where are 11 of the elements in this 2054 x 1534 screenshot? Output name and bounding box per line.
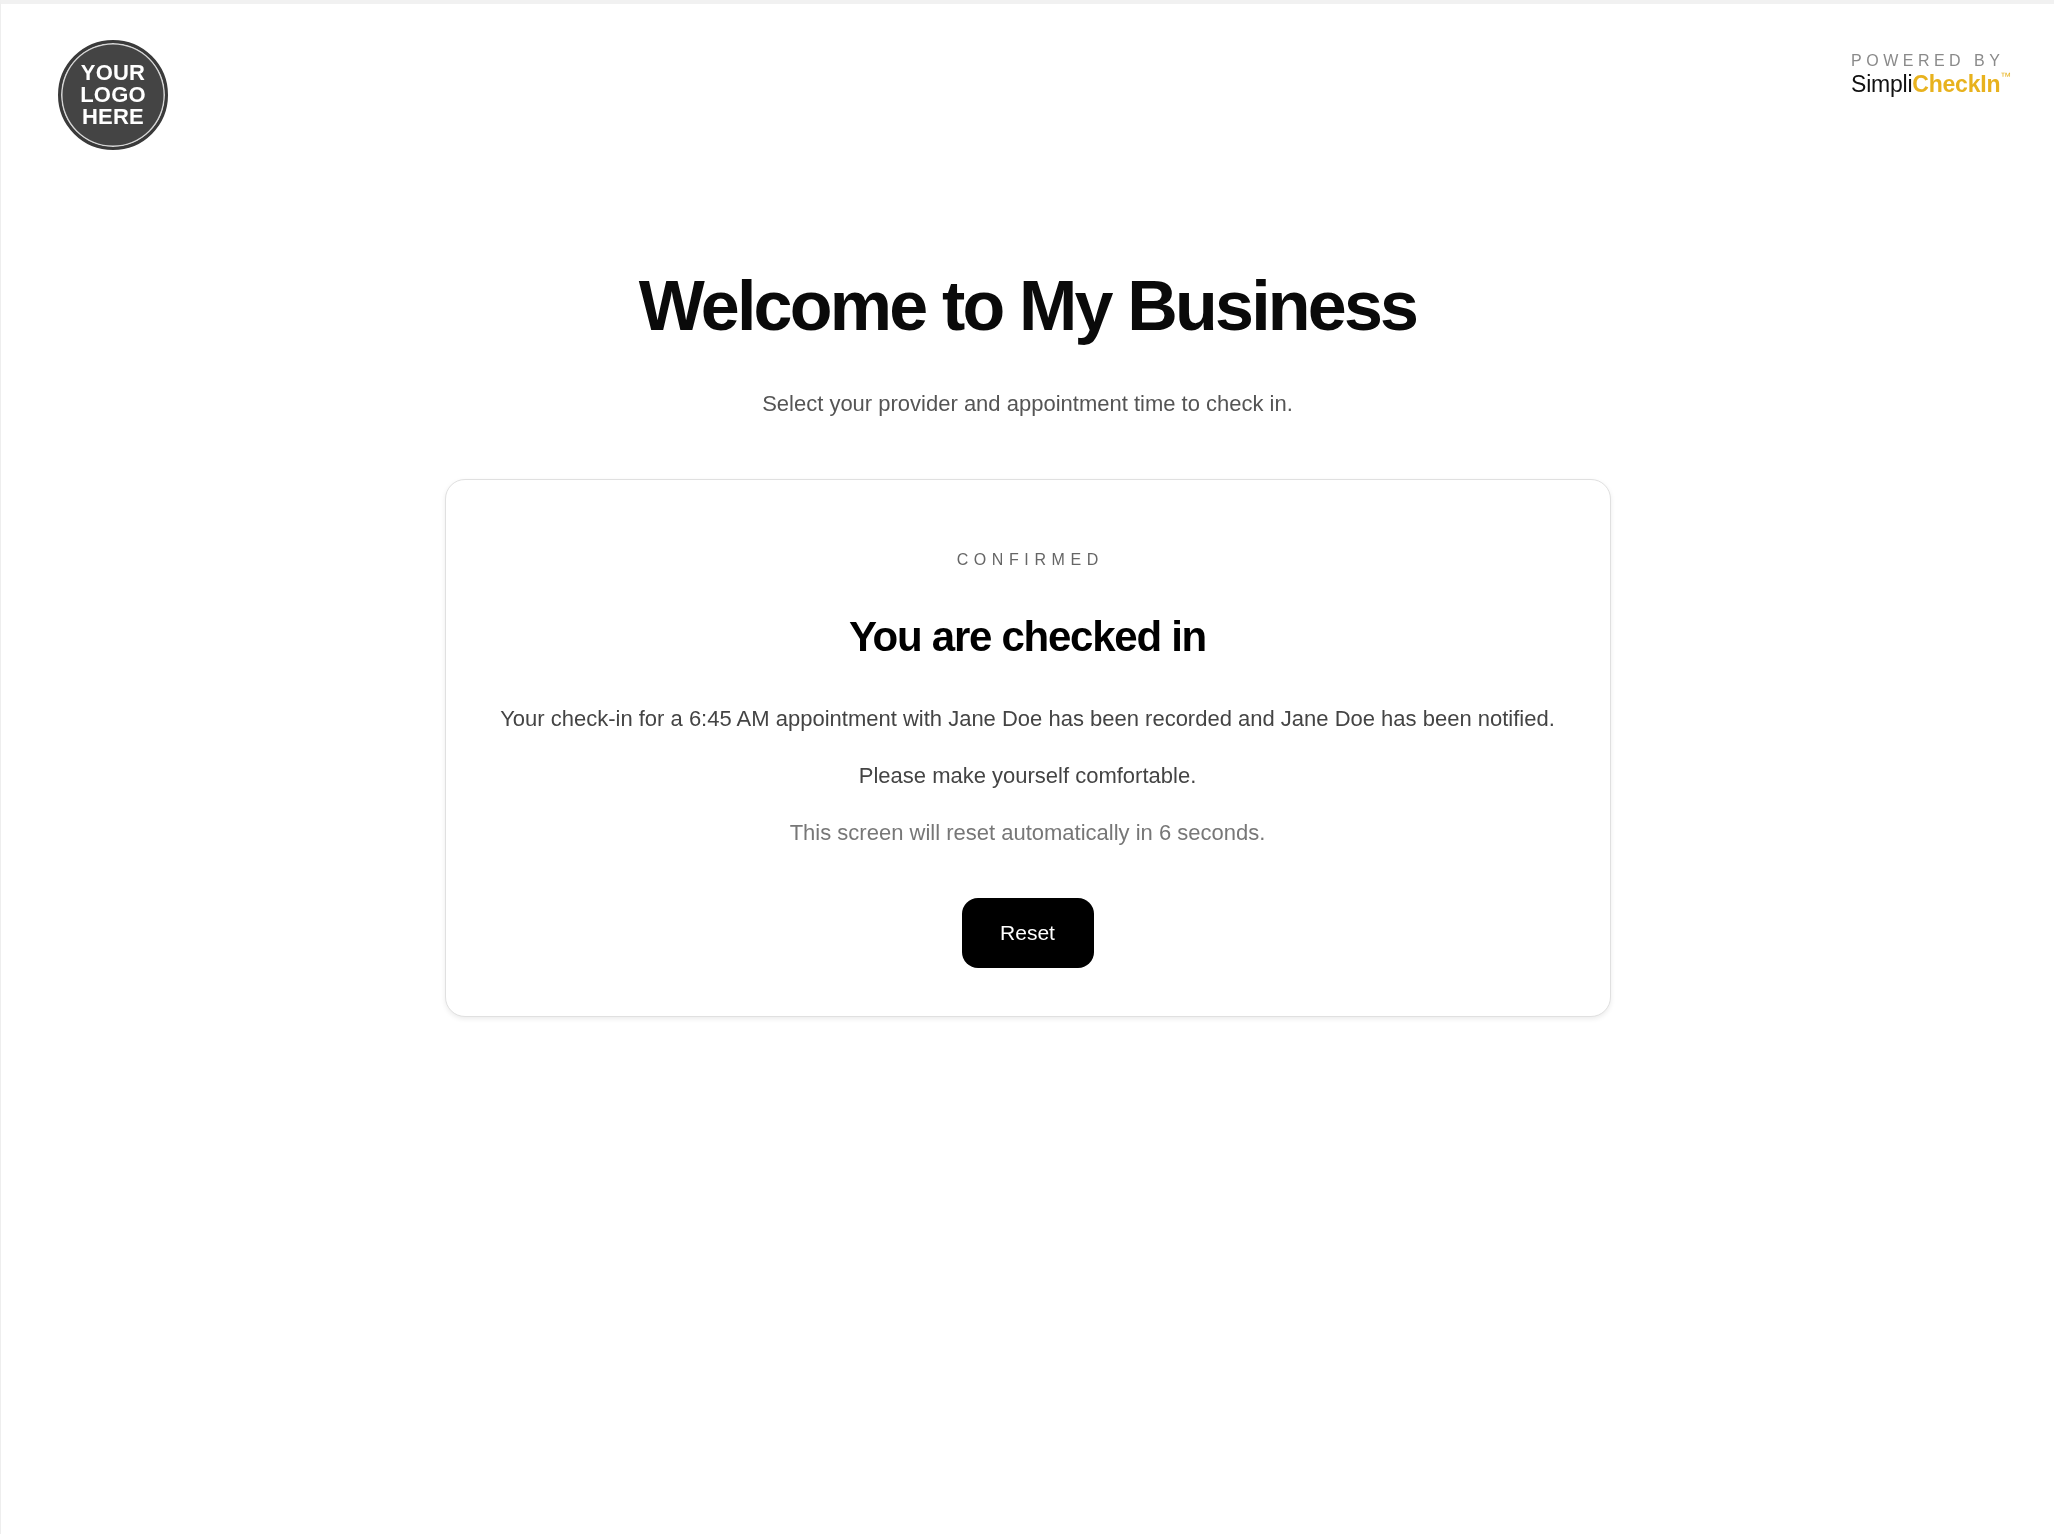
confirmation-message: Your check-in for a 6:45 AM appointment with Jane Doe has been recorded and Jane Doe has been notified. (499, 705, 1556, 733)
comfort-message: Please make yourself comfortable. (857, 762, 1198, 790)
logo-text: YOUR LOGO HERE (80, 62, 146, 128)
page-title: Welcome to My Business (637, 266, 1418, 347)
status-label: CONFIRMED (955, 550, 1105, 570)
page-subtitle: Select your provider and appointment time to check in. (761, 390, 1294, 418)
powered-by-label: POWERED BY (1851, 52, 2005, 70)
reset-button[interactable]: Reset (961, 898, 1094, 968)
brand-wordmark: SimpliCheckIn$^{™}$ (1851, 70, 2011, 98)
reset-countdown: This screen will reset automatically in 6 seconds. (788, 819, 1267, 847)
confirmation-heading: You are checked in (848, 612, 1207, 662)
